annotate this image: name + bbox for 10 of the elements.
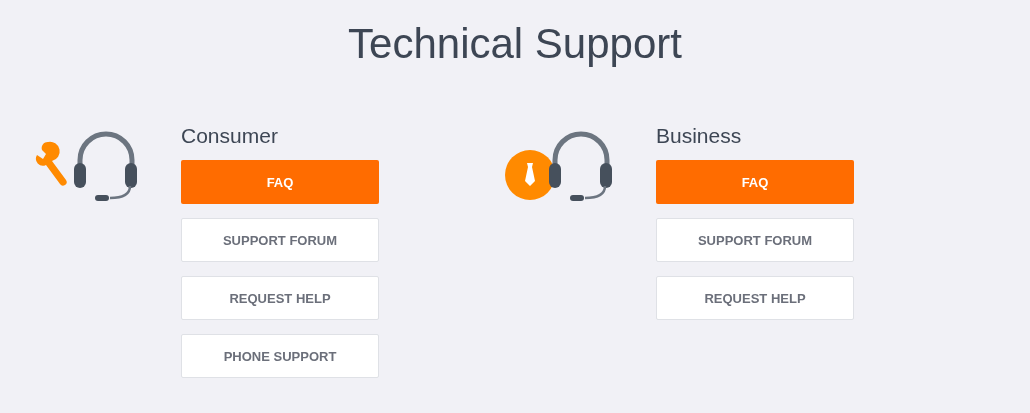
support-button[interactable]: REQUEST HELP xyxy=(181,276,379,320)
support-button[interactable]: PHONE SUPPORT xyxy=(181,334,379,378)
support-button[interactable]: FAQ xyxy=(181,160,379,204)
section-heading: Business xyxy=(656,124,743,148)
support-button[interactable]: SUPPORT FORUM xyxy=(181,218,379,262)
section-heading: Consumer xyxy=(181,124,279,148)
support-button[interactable]: FAQ xyxy=(656,160,854,204)
support-button[interactable]: REQUEST HELP xyxy=(656,276,854,320)
support-button[interactable]: SUPPORT FORUM xyxy=(656,218,854,262)
page-title: Technical Support xyxy=(347,19,683,69)
